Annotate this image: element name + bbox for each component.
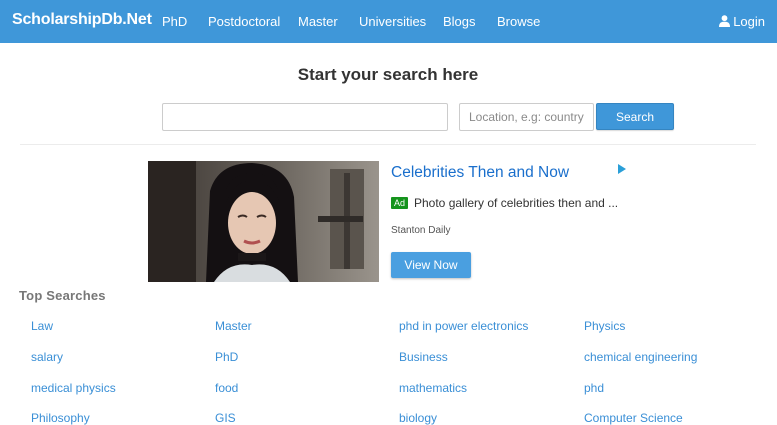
nav-master[interactable]: Master: [298, 14, 338, 29]
nav-blogs[interactable]: Blogs: [443, 14, 476, 29]
search-heading: Start your search here: [297, 65, 479, 84]
location-input[interactable]: [459, 103, 594, 131]
search-panel: Start your search here Search: [20, 56, 756, 145]
top-search-link[interactable]: Master: [215, 319, 252, 333]
ad-badge: Ad: [391, 197, 409, 209]
top-search-link[interactable]: phd: [584, 381, 604, 395]
nav-phd[interactable]: PhD: [162, 14, 187, 29]
ad-view-now-button[interactable]: View Now: [391, 252, 471, 278]
ad-choices-icon[interactable]: [618, 164, 626, 174]
user-icon: [719, 15, 731, 27]
top-search-link[interactable]: PhD: [215, 350, 238, 364]
nav-browse[interactable]: Browse: [497, 14, 540, 29]
top-search-link[interactable]: medical physics: [31, 381, 116, 395]
top-search-link[interactable]: Law: [31, 319, 53, 333]
top-search-link[interactable]: Physics: [584, 319, 625, 333]
top-search-link[interactable]: Business: [399, 350, 448, 364]
login-link[interactable]: Login: [719, 14, 765, 29]
top-search-link[interactable]: food: [215, 381, 238, 395]
top-navbar: ScholarshipDb.Net PhD Postdoctoral Maste…: [0, 0, 777, 43]
ad-source: Stanton Daily: [391, 225, 451, 236]
top-search-link[interactable]: phd in power electronics: [399, 319, 528, 333]
search-button[interactable]: Search: [596, 103, 674, 130]
keyword-search-input[interactable]: [162, 103, 448, 131]
ad-photo[interactable]: [148, 161, 379, 282]
top-searches-heading: Top Searches: [19, 288, 106, 303]
top-search-link[interactable]: salary: [31, 350, 63, 364]
ad-description[interactable]: Photo gallery of celebrities then and ..…: [414, 196, 618, 210]
top-search-link[interactable]: chemical engineering: [584, 350, 697, 364]
nav-universities[interactable]: Universities: [359, 14, 426, 29]
login-label: Login: [733, 14, 765, 29]
top-search-link[interactable]: mathematics: [399, 381, 467, 395]
ad-title-link[interactable]: Celebrities Then and Now: [391, 164, 569, 182]
brand-logo-link[interactable]: ScholarshipDb.Net: [12, 11, 152, 29]
sponsored-ad: Celebrities Then and Now Ad Photo galler…: [148, 161, 630, 282]
nav-postdoctoral[interactable]: Postdoctoral: [208, 14, 280, 29]
